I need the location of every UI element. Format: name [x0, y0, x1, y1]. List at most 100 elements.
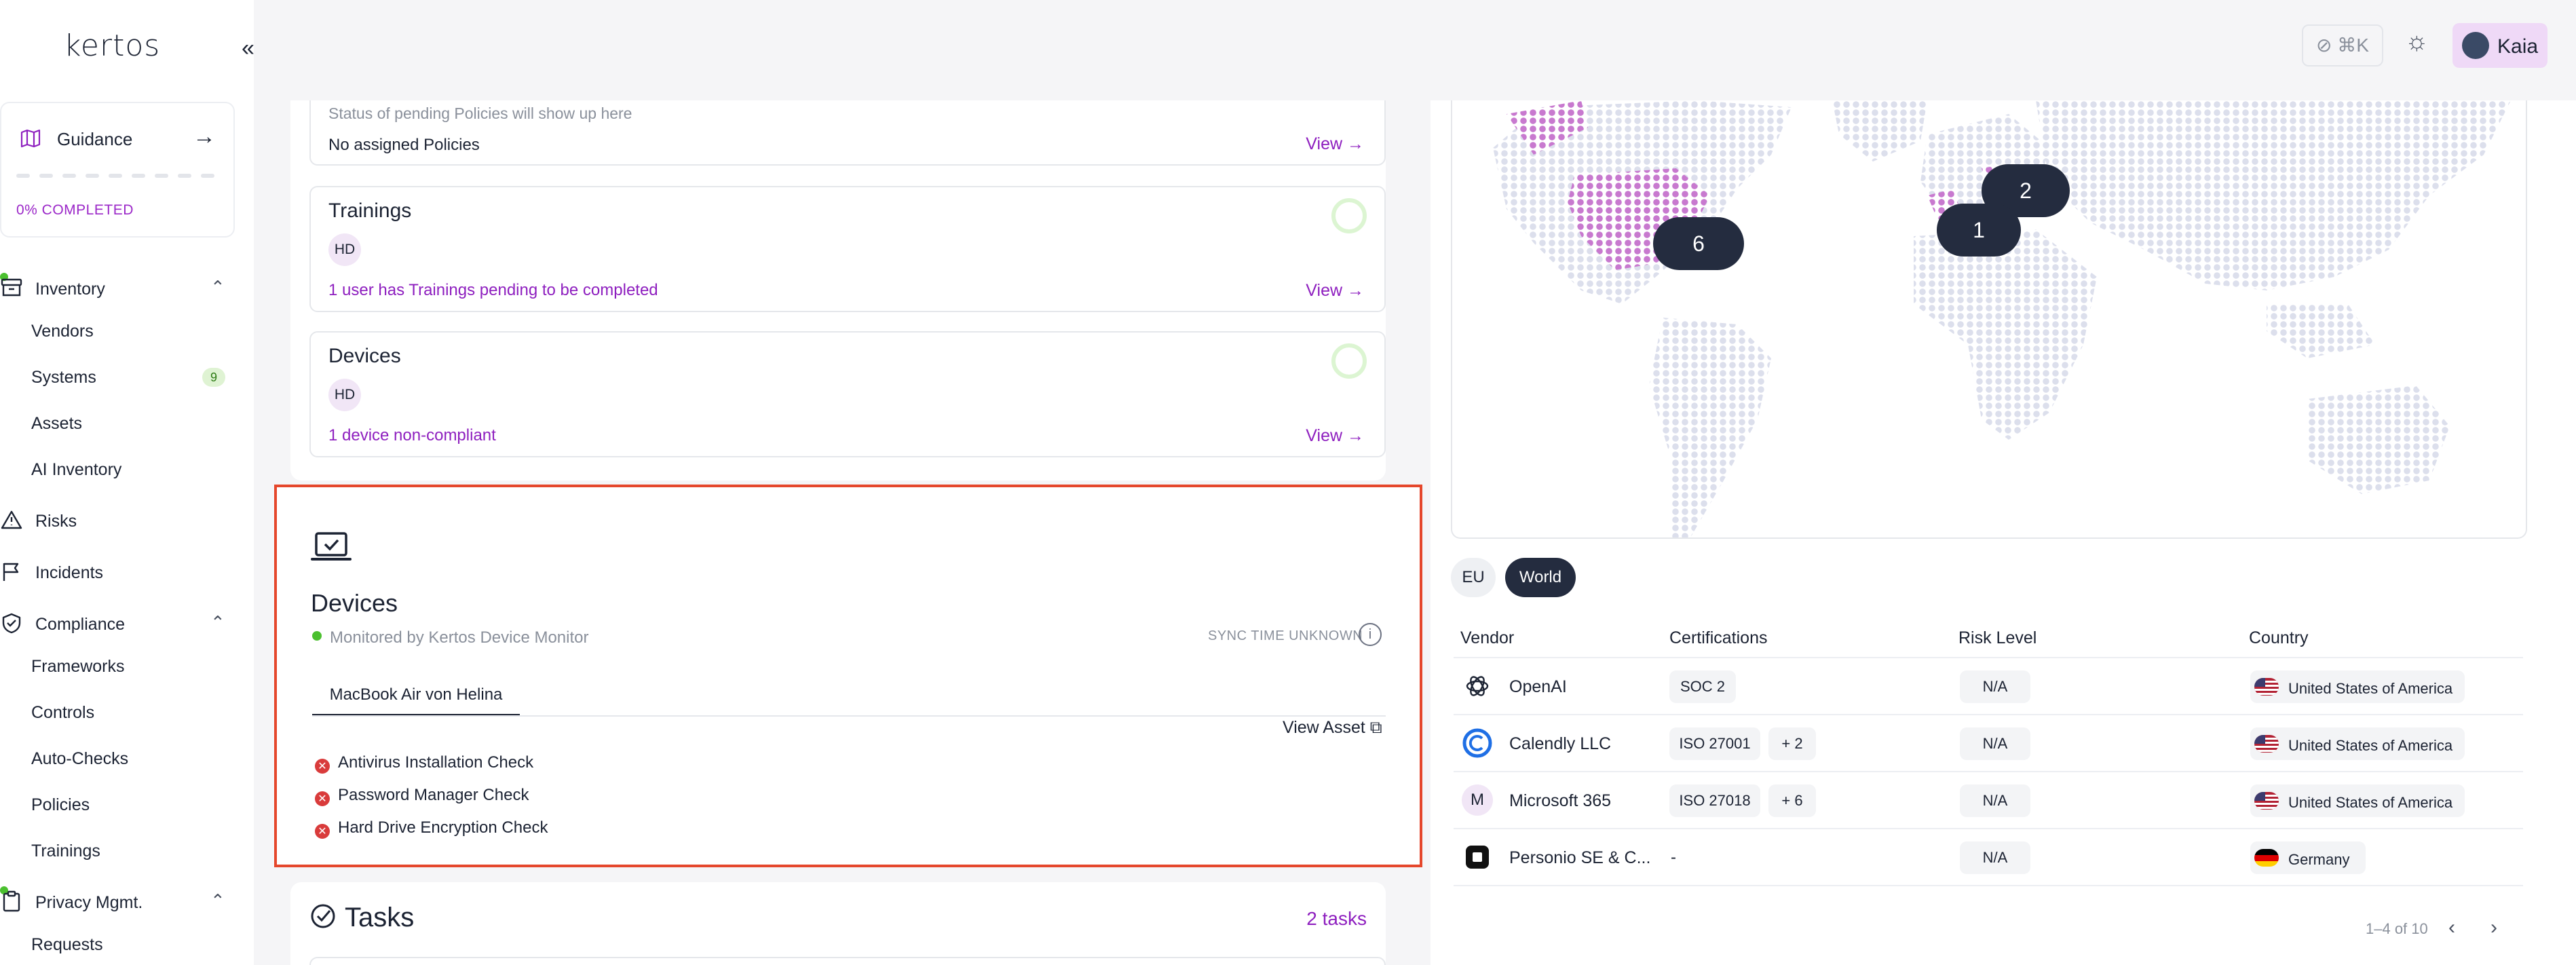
more-certifications-pill[interactable]: + 6: [1768, 784, 1816, 817]
table-row[interactable]: M Microsoft 365 ISO 27018 + 6 N/A United…: [1454, 772, 2523, 829]
nav-compliance[interactable]: Compliance ⌃: [0, 612, 235, 637]
tasks-count-link[interactable]: 2 tasks: [1306, 908, 1367, 930]
trainings-message[interactable]: 1 user has Trainings pending to be compl…: [328, 281, 658, 300]
chevron-right-icon[interactable]: ›: [2490, 916, 2497, 939]
country-pill: United States of America: [2250, 670, 2465, 703]
nav-vendors[interactable]: Vendors: [31, 322, 94, 341]
chevron-up-icon[interactable]: ⌃: [210, 612, 225, 633]
pagination-label: 1–4 of 10: [2366, 920, 2428, 937]
chevron-up-icon[interactable]: ⌃: [210, 890, 225, 911]
risk-level-pill: N/A: [1960, 727, 2030, 760]
nav-inventory[interactable]: Inventory ⌃: [0, 273, 235, 301]
vendor-name: OpenAI: [1509, 677, 1567, 696]
country-pill: Germany: [2250, 841, 2366, 874]
country-name: United States of America: [2288, 737, 2453, 754]
column-header-country: Country: [2249, 628, 2309, 647]
table-row[interactable]: Personio SE & C... - N/A Germany: [1454, 829, 2523, 886]
archive-icon: [1, 278, 22, 297]
info-icon[interactable]: i: [1359, 623, 1382, 646]
nav-frameworks[interactable]: Frameworks: [31, 657, 125, 677]
policies-view-link[interactable]: View →: [1306, 134, 1364, 154]
kertos-logo[interactable]: kertos: [64, 29, 160, 63]
country-pill: United States of America: [2250, 784, 2465, 817]
map-cluster-marker[interactable]: 1: [1937, 204, 2021, 257]
trainings-view-link[interactable]: View →: [1306, 281, 1364, 301]
nav-label: Privacy Mgmt.: [35, 893, 143, 912]
certification-pill: ISO 27018: [1669, 784, 1760, 817]
error-x-icon: ✕: [315, 759, 330, 774]
table-row[interactable]: Calendly LLC ISO 27001 + 2 N/A United St…: [1454, 715, 2523, 772]
view-asset-link[interactable]: View Asset ⧉: [1283, 718, 1382, 738]
device-monitor-card: Devices Monitored by Kertos Device Monit…: [274, 485, 1422, 867]
devices-summary-card: Devices HD 1 device non-compliant View →: [309, 331, 1386, 457]
column-header-risk-level: Risk Level: [1958, 628, 2037, 647]
nav-controls[interactable]: Controls: [31, 703, 94, 723]
guidance-title: Guidance: [57, 129, 133, 149]
nav-systems[interactable]: Systems: [31, 368, 96, 387]
country-name: United States of America: [2288, 794, 2453, 811]
map-cluster-marker[interactable]: 6: [1653, 217, 1744, 270]
tasks-list: [309, 957, 1386, 965]
nav-requests[interactable]: Requests: [31, 935, 103, 955]
chevron-up-icon[interactable]: ⌃: [210, 277, 225, 298]
guidance-card[interactable]: Guidance → 0% COMPLETED: [0, 102, 235, 238]
nav-label: Incidents: [35, 563, 104, 582]
nav-auto-checks[interactable]: Auto-Checks: [31, 749, 128, 769]
search-icon: ⊘: [2316, 35, 2332, 56]
arrow-right-icon[interactable]: →: [193, 124, 216, 150]
progress-segment: [109, 174, 122, 178]
column-header-certifications: Certifications: [1669, 628, 1768, 647]
shortcut-label: ⌘K: [2337, 35, 2369, 56]
device-monitor-title: Devices: [311, 589, 398, 617]
nav-incidents[interactable]: Incidents: [0, 561, 235, 585]
certification-pill: SOC 2: [1669, 670, 1736, 703]
top-bar: [254, 0, 2576, 100]
shield-check-icon: [2, 613, 21, 634]
tab-divider: [312, 715, 1386, 717]
world-map[interactable]: 2 1 6: [1451, 100, 2527, 539]
more-certifications-pill[interactable]: + 2: [1768, 727, 1816, 760]
us-flag-icon: [2254, 792, 2279, 810]
flag-icon: [3, 563, 19, 581]
laptop-check-icon: [311, 532, 352, 561]
tasks-panel: Tasks 2 tasks: [290, 882, 1386, 965]
devices-view-link[interactable]: View →: [1306, 426, 1364, 446]
nav-assets[interactable]: Assets: [31, 414, 82, 434]
country-name: Germany: [2288, 851, 2350, 868]
region-toggle-eu[interactable]: EU: [1451, 558, 1496, 597]
avatar: HD: [328, 379, 361, 411]
error-x-icon: ✕: [315, 791, 330, 806]
table-row[interactable]: OpenAI SOC 2 N/A United States of Americ…: [1454, 658, 2523, 715]
nav-ai-inventory[interactable]: AI Inventory: [31, 460, 121, 480]
calendly-logo-icon: [1462, 728, 1492, 758]
devices-message[interactable]: 1 device non-compliant: [328, 426, 496, 445]
region-toggle-world[interactable]: World: [1505, 558, 1576, 597]
avatar: HD: [328, 233, 361, 266]
nav-policies[interactable]: Policies: [31, 795, 90, 815]
command-search-button[interactable]: ⊘ ⌘K: [2302, 24, 2383, 67]
monitored-by-text: Monitored by Kertos Device Monitor: [330, 628, 589, 647]
openai-logo-icon: [1466, 676, 1489, 696]
clipboard-icon: [3, 890, 20, 912]
nav-trainings[interactable]: Trainings: [31, 841, 100, 861]
tab-macbook-air[interactable]: MacBook Air von Helina: [312, 676, 520, 717]
nav-risks[interactable]: Risks: [0, 509, 235, 533]
check-circle-icon: [311, 904, 335, 928]
progress-ring: [1331, 198, 1367, 233]
column-header-vendor: Vendor: [1460, 628, 1515, 647]
devices-title: Devices: [328, 345, 401, 367]
us-flag-icon: [2254, 735, 2279, 753]
status-dot: [312, 631, 322, 641]
error-x-icon: ✕: [315, 824, 330, 839]
progress-segment: [16, 174, 30, 178]
user-menu-button[interactable]: Kaia: [2452, 23, 2547, 68]
collapse-sidebar-icon[interactable]: «: [242, 35, 254, 62]
external-link-icon: ⧉: [1369, 718, 1382, 737]
policies-message: No assigned Policies: [328, 136, 480, 154]
nav-privacy-mgmt[interactable]: Privacy Mgmt. ⌃: [0, 886, 235, 915]
chevron-left-icon[interactable]: ‹: [2448, 916, 2455, 939]
progress-segment: [178, 174, 191, 178]
certification-empty: -: [1671, 848, 1676, 867]
bug-icon[interactable]: ☼: [2405, 27, 2429, 56]
vendor-name: Microsoft 365: [1509, 791, 1612, 810]
